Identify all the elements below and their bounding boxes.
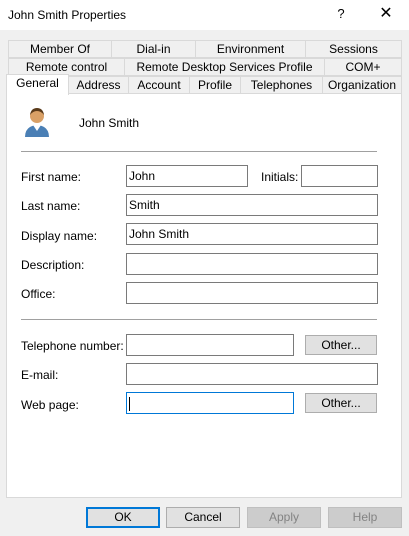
first-name-field[interactable]: John xyxy=(126,165,248,187)
last-name-field[interactable]: Smith xyxy=(126,194,378,216)
initials-label: Initials: xyxy=(261,170,299,184)
telephone-other-button[interactable]: Other... xyxy=(305,335,377,355)
initials-field[interactable] xyxy=(301,165,378,187)
email-field[interactable] xyxy=(126,363,378,385)
tab-profile[interactable]: Profile xyxy=(189,76,241,94)
tab-com-plus[interactable]: COM+ xyxy=(324,58,402,76)
web-page-field[interactable] xyxy=(126,392,294,414)
user-display-name: John Smith xyxy=(79,116,140,130)
tab-general[interactable]: General xyxy=(6,74,69,95)
tab-environment[interactable]: Environment xyxy=(195,40,306,58)
tab-remote-desktop-services-profile[interactable]: Remote Desktop Services Profile xyxy=(124,58,325,76)
telephone-field[interactable] xyxy=(126,334,294,356)
web-page-other-button[interactable]: Other... xyxy=(305,393,377,413)
title-bar: John Smith Properties ? ✕ xyxy=(0,0,409,30)
text-caret xyxy=(129,396,130,411)
close-icon[interactable]: ✕ xyxy=(374,3,398,25)
description-label: Description: xyxy=(21,258,85,272)
user-icon xyxy=(22,106,52,138)
tab-organization[interactable]: Organization xyxy=(322,76,402,94)
office-field[interactable] xyxy=(126,282,378,304)
tab-sessions[interactable]: Sessions xyxy=(305,40,402,58)
tab-address[interactable]: Address xyxy=(68,76,129,94)
help-button[interactable]: Help xyxy=(328,507,402,528)
description-field[interactable] xyxy=(126,253,378,275)
tab-account[interactable]: Account xyxy=(128,76,190,94)
tab-member-of[interactable]: Member Of xyxy=(8,40,112,58)
separator xyxy=(21,151,377,152)
email-label: E-mail: xyxy=(21,368,59,382)
general-tab-panel: John Smith First name: John Initials: La… xyxy=(6,93,402,498)
cancel-button[interactable]: Cancel xyxy=(166,507,240,528)
display-name-field[interactable]: John Smith xyxy=(126,223,378,245)
tab-telephones[interactable]: Telephones xyxy=(240,76,323,94)
web-page-label: Web page: xyxy=(21,398,79,412)
window-title: John Smith Properties xyxy=(8,8,127,22)
display-name-label: Display name: xyxy=(21,229,98,243)
ok-button[interactable]: OK xyxy=(86,507,160,528)
help-icon[interactable]: ? xyxy=(330,3,352,25)
first-name-label: First name: xyxy=(21,170,82,184)
apply-button[interactable]: Apply xyxy=(247,507,321,528)
last-name-label: Last name: xyxy=(21,199,81,213)
separator xyxy=(21,319,377,320)
office-label: Office: xyxy=(21,287,56,301)
telephone-label: Telephone number: xyxy=(21,339,124,353)
tab-dial-in[interactable]: Dial-in xyxy=(111,40,196,58)
